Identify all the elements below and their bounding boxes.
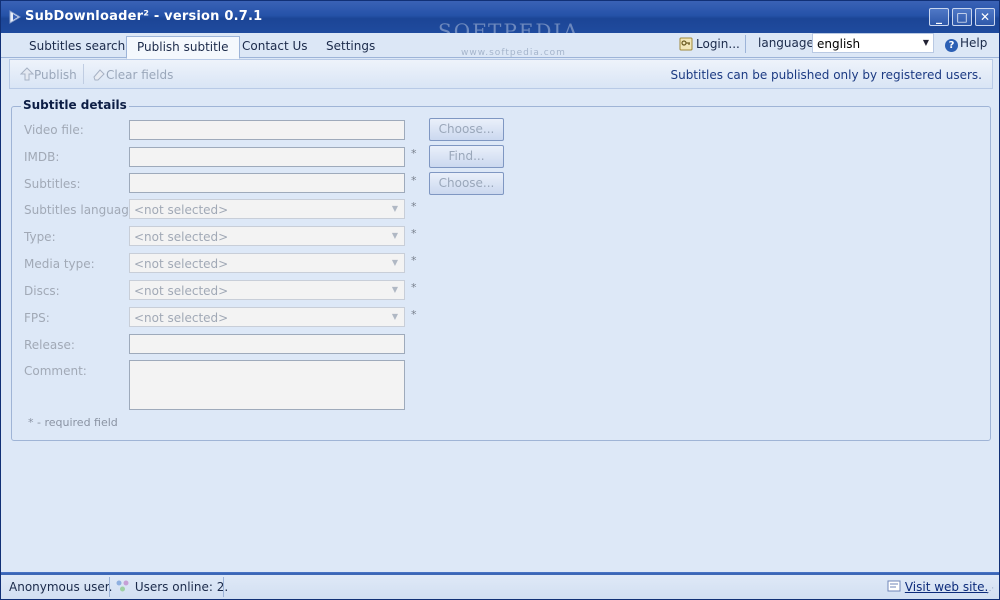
login-link[interactable]: Login... xyxy=(679,35,740,53)
visit-website-label[interactable]: Visit web site. xyxy=(905,580,989,594)
resize-grip-icon[interactable]: ⋰ xyxy=(986,587,996,597)
header-separator xyxy=(745,35,746,53)
status-divider xyxy=(109,577,110,597)
help-icon: ? xyxy=(945,39,958,52)
help-label: Help xyxy=(960,36,988,50)
subtitles-input[interactable] xyxy=(129,173,405,193)
status-divider xyxy=(223,577,224,597)
login-label: Login... xyxy=(696,37,740,51)
group-title: Subtitle details xyxy=(21,98,129,112)
chevron-down-icon: ▼ xyxy=(391,231,399,240)
video-file-label: Video file: xyxy=(24,123,84,137)
select-value: <not selected> xyxy=(134,311,229,325)
required-mark: * xyxy=(411,174,417,187)
app-window: SubDownloader² - version 0.7.1 SOFTPEDIA… xyxy=(0,0,1000,600)
chevron-down-icon: ▼ xyxy=(391,312,399,321)
softpedia-watermark-url: www.softpedia.com xyxy=(461,48,566,58)
help-link[interactable]: ? Help xyxy=(945,36,987,52)
language-select[interactable]: english ▼ xyxy=(812,33,934,53)
clear-fields-label: Clear fields xyxy=(106,68,174,82)
eraser-icon xyxy=(93,69,105,81)
media-type-select[interactable]: <not selected> ▼ xyxy=(129,253,405,273)
chevron-down-icon[interactable]: ▼ xyxy=(920,35,932,51)
release-label: Release: xyxy=(24,338,75,352)
fps-label: FPS: xyxy=(24,311,50,325)
publish-label: Publish xyxy=(34,68,77,82)
video-file-input[interactable] xyxy=(129,120,405,140)
language-label: language: xyxy=(758,36,818,50)
user-status: Anonymous user. xyxy=(9,580,113,594)
required-mark: * xyxy=(411,281,417,294)
select-value: <not selected> xyxy=(134,203,229,217)
registration-notice: Subtitles can be published only by regis… xyxy=(670,68,982,82)
comment-textarea[interactable] xyxy=(129,360,405,410)
window-title: SubDownloader² - version 0.7.1 xyxy=(25,9,263,24)
toolbar-separator xyxy=(83,64,84,84)
required-mark: * xyxy=(411,147,417,160)
title-bar[interactable]: SubDownloader² - version 0.7.1 SOFTPEDIA… xyxy=(1,1,999,43)
imdb-input[interactable] xyxy=(129,147,405,167)
tab-publish-subtitle[interactable]: Publish subtitle xyxy=(126,36,240,59)
chevron-down-icon: ▼ xyxy=(391,285,399,294)
discs-select[interactable]: <not selected> ▼ xyxy=(129,280,405,300)
required-mark: * xyxy=(411,200,417,213)
media-type-label: Media type: xyxy=(24,257,95,271)
required-mark: * xyxy=(411,308,417,321)
visit-website-link[interactable]: Visit web site. xyxy=(887,578,988,596)
app-logo-icon xyxy=(9,10,21,24)
choose-subtitles-button[interactable]: Choose... xyxy=(429,172,504,195)
users-online-icon xyxy=(116,580,129,592)
find-imdb-button[interactable]: Find... xyxy=(429,145,504,168)
choose-video-button[interactable]: Choose... xyxy=(429,118,504,141)
login-key-icon xyxy=(679,37,693,51)
clear-fields-button[interactable]: Clear fields xyxy=(92,67,173,82)
fps-select[interactable]: <not selected> ▼ xyxy=(129,307,405,327)
chevron-down-icon: ▼ xyxy=(391,258,399,267)
tab-settings[interactable]: Settings xyxy=(316,36,385,58)
subtitles-language-select[interactable]: <not selected> ▼ xyxy=(129,199,405,219)
chevron-down-icon: ▼ xyxy=(391,204,399,213)
type-select[interactable]: <not selected> ▼ xyxy=(129,226,405,246)
required-mark: * xyxy=(411,254,417,267)
status-bar: Anonymous user. Users online: 2. Visit w… xyxy=(1,572,999,599)
select-value: <not selected> xyxy=(134,284,229,298)
required-mark: * xyxy=(411,227,417,240)
comment-label: Comment: xyxy=(24,364,87,378)
discs-label: Discs: xyxy=(24,284,60,298)
subtitles-label: Subtitles: xyxy=(24,177,81,191)
select-value: <not selected> xyxy=(134,230,229,244)
imdb-label: IMDB: xyxy=(24,150,60,164)
users-online: Users online: 2. xyxy=(115,578,228,596)
toolbar: Publish Clear fields Subtitles can be pu… xyxy=(9,59,993,89)
release-input[interactable] xyxy=(129,334,405,354)
tab-contact-us[interactable]: Contact Us xyxy=(232,36,318,58)
subtitles-language-label: Subtitles language: xyxy=(24,203,141,217)
required-field-note: * - required field xyxy=(28,416,118,429)
close-button[interactable]: ✕ xyxy=(975,8,995,26)
type-label: Type: xyxy=(24,230,56,244)
language-value: english xyxy=(817,37,861,51)
select-value: <not selected> xyxy=(134,257,229,271)
minimize-button[interactable]: _ xyxy=(929,8,949,26)
users-online-label: Users online: 2. xyxy=(134,580,229,594)
tab-subtitles-search[interactable]: Subtitles search xyxy=(19,36,135,58)
maximize-button[interactable]: □ xyxy=(952,8,972,26)
publish-button[interactable]: Publish xyxy=(19,67,77,82)
upload-arrow-icon xyxy=(19,67,35,81)
website-icon xyxy=(887,580,901,592)
